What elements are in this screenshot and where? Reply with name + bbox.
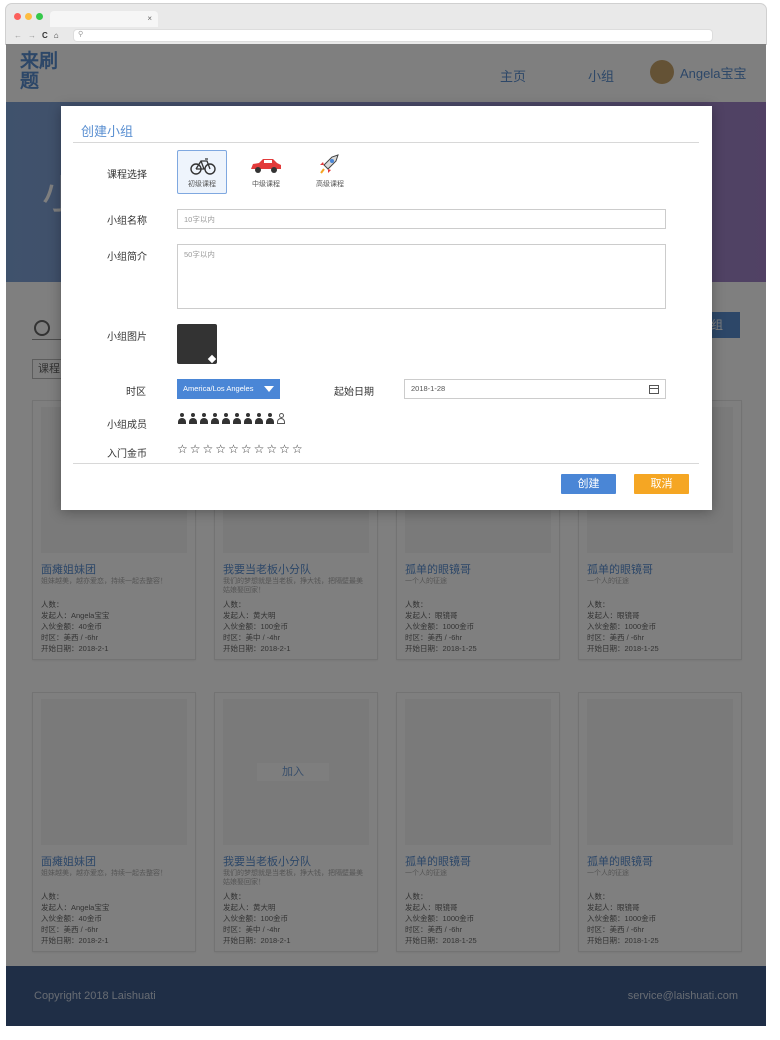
members-label: 小组成员	[107, 420, 147, 431]
star-icon[interactable]: ☆	[190, 443, 201, 455]
person-icon[interactable]	[210, 413, 220, 425]
course-caption: 高级课程	[316, 181, 344, 188]
zoom-window-dot[interactable]	[36, 13, 43, 20]
window-controls	[14, 13, 43, 20]
group-image-thumbnail[interactable]	[177, 324, 217, 364]
bicycle-icon	[190, 158, 216, 175]
group-name-input[interactable]: 10字以内	[177, 209, 666, 229]
star-icon[interactable]: ☆	[228, 443, 239, 455]
timezone-value: America/Los Angeles	[183, 384, 254, 393]
home-icon[interactable]: ⌂	[54, 31, 59, 40]
start-date-value: 2018-1-28	[411, 384, 446, 393]
image-label: 小组图片	[107, 332, 147, 343]
start-date-input[interactable]: 2018-1-28	[404, 379, 666, 399]
group-intro-textarea[interactable]: 50字以内	[177, 244, 666, 309]
car-icon	[251, 159, 281, 173]
person-icon[interactable]	[177, 413, 187, 425]
star-icon[interactable]: ☆	[241, 443, 252, 455]
intro-label: 小组简介	[107, 252, 147, 263]
person-icon[interactable]	[243, 413, 253, 425]
cancel-button[interactable]: 取消	[634, 474, 689, 494]
person-icon[interactable]	[254, 413, 264, 425]
star-icon[interactable]: ☆	[292, 443, 303, 455]
course-option-intermediate[interactable]: 中级课程	[241, 150, 291, 194]
address-bar[interactable]: ⚲	[74, 30, 712, 41]
rocket-icon	[320, 154, 339, 174]
course-caption: 中级课程	[252, 181, 280, 188]
chevron-down-icon	[264, 386, 274, 392]
browser-nav: ← → C ⌂	[14, 31, 59, 40]
reload-icon[interactable]: C	[42, 31, 48, 40]
browser-chrome: × ← → C ⌂ ⚲	[6, 4, 766, 44]
start-date-label: 起始日期	[334, 387, 374, 398]
person-icon[interactable]	[199, 413, 209, 425]
timezone-label: 时区	[126, 387, 146, 398]
back-icon[interactable]: ←	[14, 31, 22, 40]
divider	[73, 142, 699, 143]
course-label: 课程选择	[107, 170, 147, 181]
divider	[73, 463, 699, 464]
course-option-advanced[interactable]: 高级课程	[305, 150, 355, 194]
tab-close-icon[interactable]: ×	[147, 14, 152, 23]
star-icon[interactable]: ☆	[279, 443, 290, 455]
course-caption: 初级课程	[188, 181, 216, 188]
minimize-window-dot[interactable]	[25, 13, 32, 20]
close-window-dot[interactable]	[14, 13, 21, 20]
person-icon[interactable]	[276, 413, 286, 425]
timezone-select[interactable]: America/Los Angeles	[177, 379, 280, 399]
person-icon[interactable]	[232, 413, 242, 425]
star-icon[interactable]: ☆	[177, 443, 188, 455]
forward-icon[interactable]: →	[28, 31, 36, 40]
dialog-title: 创建小组	[81, 124, 134, 139]
calendar-icon[interactable]	[649, 385, 659, 394]
person-icon[interactable]	[265, 413, 275, 425]
edit-icon[interactable]	[207, 354, 217, 364]
coins-label: 入门金币	[107, 449, 147, 460]
name-label: 小组名称	[107, 216, 147, 227]
member-count-selector[interactable]	[177, 413, 286, 425]
create-group-dialog: 创建小组 课程选择 初级课程 中级课程 高级课程 小组名称 10字以内 小组简介…	[61, 106, 712, 510]
person-icon[interactable]	[188, 413, 198, 425]
star-icon[interactable]: ☆	[254, 443, 265, 455]
star-icon[interactable]: ☆	[203, 443, 214, 455]
star-icon[interactable]: ☆	[266, 443, 277, 455]
search-icon: ⚲	[78, 31, 84, 38]
create-button[interactable]: 创建	[561, 474, 616, 494]
browser-tab[interactable]: ×	[50, 11, 158, 27]
star-icon[interactable]: ☆	[215, 443, 226, 455]
person-icon[interactable]	[221, 413, 231, 425]
coin-rating-selector[interactable]: ☆ ☆ ☆ ☆ ☆ ☆ ☆ ☆ ☆ ☆	[177, 443, 303, 455]
course-option-beginner[interactable]: 初级课程	[177, 150, 227, 194]
